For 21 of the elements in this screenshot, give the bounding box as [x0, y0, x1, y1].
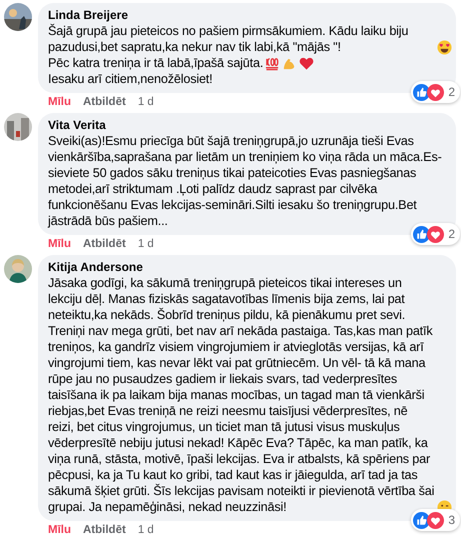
author-name[interactable]: Linda Breijere [48, 8, 452, 23]
comment-time: 1 d [138, 95, 154, 109]
love-reaction-link[interactable]: Mīlu [48, 523, 71, 537]
reply-link[interactable]: Atbildēt [83, 95, 126, 109]
reaction-count: 2 [448, 84, 455, 101]
reaction-count: 2 [448, 226, 455, 243]
reaction-count: 3 [448, 512, 455, 529]
author-name[interactable]: Vita Verita [48, 118, 452, 133]
love-reaction-link[interactable]: Mīlu [48, 95, 71, 109]
comment-text: Šajā grupā jau pieteicos no pašiem pirmsākumiem. Kādu laiku biju pazudusi,bet sapratu,ka nekur nav tik labi,kā "mājās "! [48, 23, 410, 55]
comment-text: Iesaku arī citiem,nenožēlosiet! [48, 71, 212, 87]
reply-link[interactable]: Atbildēt [83, 237, 126, 251]
reaction-summary[interactable]: 3 [411, 509, 460, 531]
comment-time: 1 d [138, 237, 154, 251]
comment-text: Pēc katra treniņa ir tā labā,īpašā sajūta. [48, 55, 264, 71]
author-name[interactable]: Kitija Andersone [48, 260, 452, 275]
love-reaction-link[interactable]: Mīlu [48, 237, 71, 251]
reaction-summary[interactable]: 2 [411, 223, 460, 245]
comment-time: 1 d [138, 523, 154, 537]
reaction-summary[interactable]: 2 [411, 81, 460, 103]
reply-link[interactable]: Atbildēt [83, 523, 126, 537]
